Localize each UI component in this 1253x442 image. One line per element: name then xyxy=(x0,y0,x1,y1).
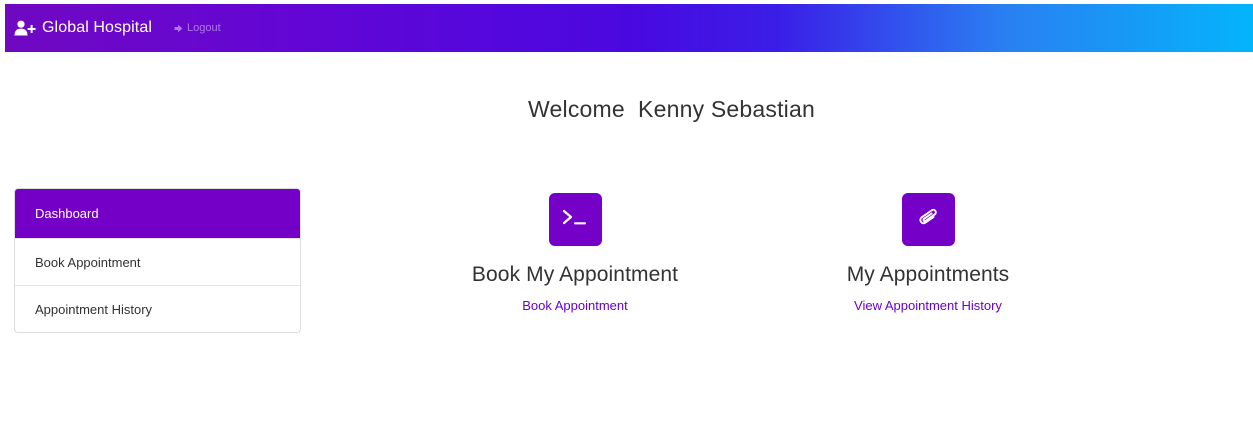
brand-label: Global Hospital xyxy=(42,19,152,36)
paperclip-icon xyxy=(917,205,939,234)
top-navbar: Global Hospital Logout xyxy=(5,4,1253,52)
sidebar-item-label: Appointment History xyxy=(35,301,153,317)
logout-label: Logout xyxy=(187,22,221,34)
book-appointment-card: Book My Appointment Book Appointment xyxy=(425,193,725,315)
book-appointment-link[interactable]: Book Appointment xyxy=(522,298,628,313)
my-appointments-title: My Appointments xyxy=(846,263,1010,286)
sidebar-item-book-appointment[interactable]: Book Appointment xyxy=(15,238,300,285)
sidebar-item-label: Dashboard xyxy=(35,206,99,221)
my-appointments-icon-button[interactable] xyxy=(901,193,955,246)
page: Global Hospital Logout Welcome Kenny Seb… xyxy=(0,0,1253,442)
sidebar-item-dashboard[interactable]: Dashboard xyxy=(15,189,300,238)
sidebar-item-label: Book Appointment xyxy=(35,254,141,270)
logout-link[interactable]: Logout xyxy=(174,22,221,34)
welcome-heading: Welcome Kenny Sebastian xyxy=(528,96,815,122)
terminal-icon xyxy=(562,208,588,231)
sign-out-icon xyxy=(174,24,184,33)
brand-link[interactable]: Global Hospital xyxy=(14,19,152,37)
book-appointment-icon-button[interactable] xyxy=(548,193,602,246)
view-appointment-history-link[interactable]: View Appointment History xyxy=(854,298,1002,313)
book-appointment-title: Book My Appointment xyxy=(471,263,679,286)
my-appointments-card: My Appointments View Appointment History xyxy=(778,193,1078,315)
sidebar-item-appointment-history[interactable]: Appointment History xyxy=(15,285,300,332)
sidebar-menu: Dashboard Book Appointment Appointment H… xyxy=(14,188,301,333)
user-plus-icon xyxy=(14,20,36,36)
